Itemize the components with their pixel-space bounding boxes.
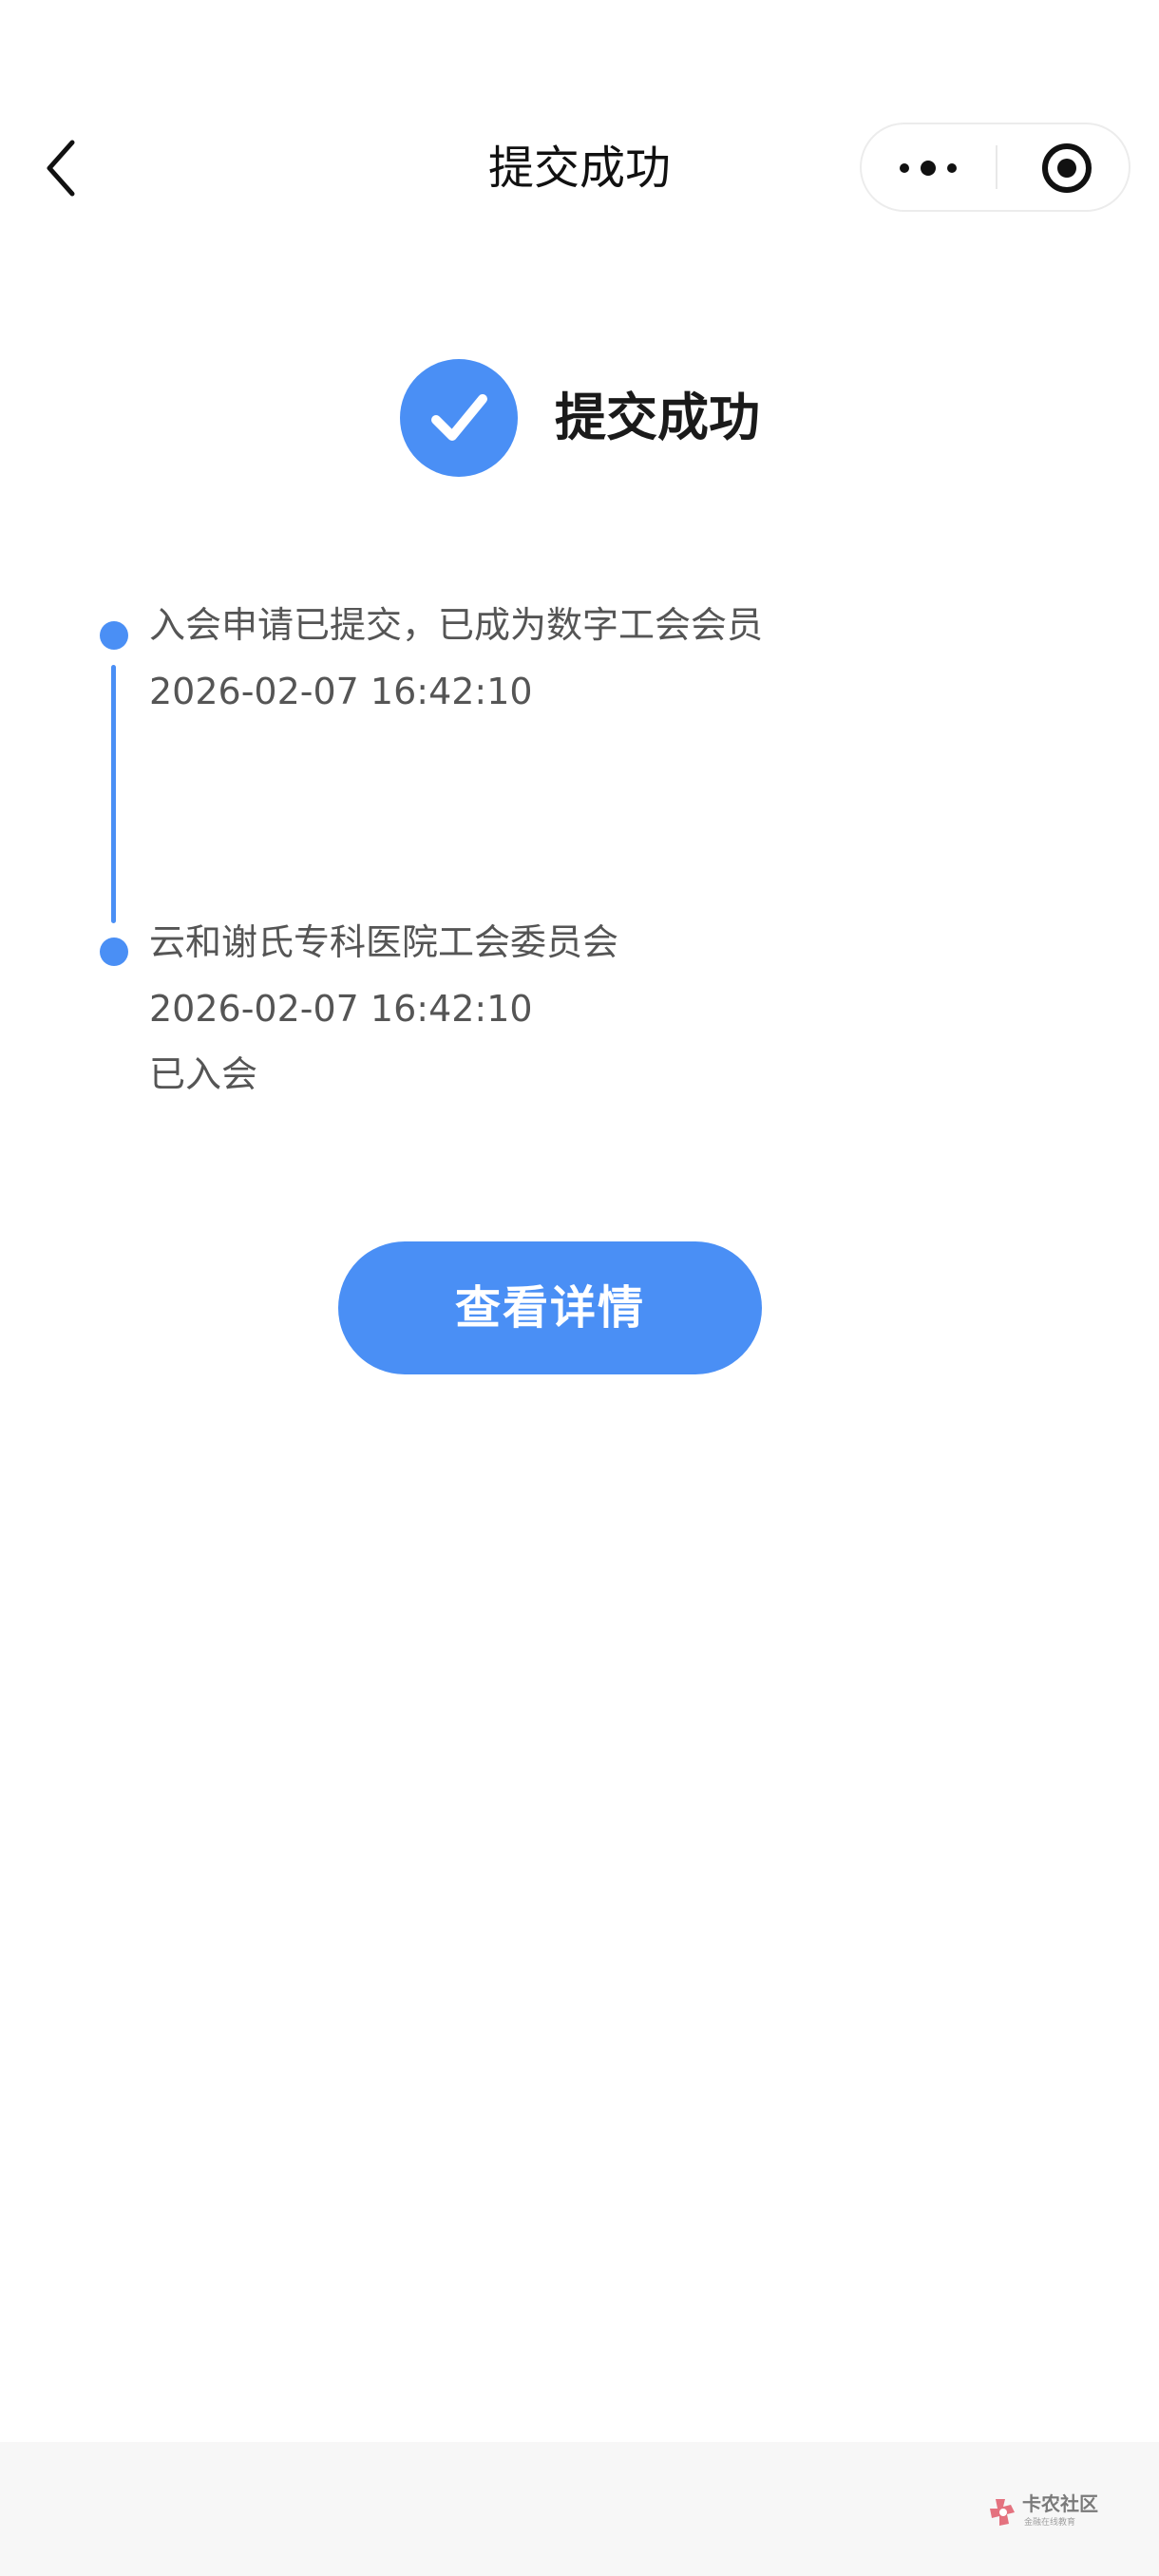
check-circle-icon: [400, 359, 518, 477]
watermark: 卡农社区 金融在线教育: [986, 2491, 1119, 2533]
timeline-dot: [100, 938, 128, 966]
mini-program-capsule: [860, 123, 1130, 212]
timeline-item-text: 入会申请已提交，已成为数字工会会员: [149, 604, 764, 646]
navigation-bar: 提交成功: [0, 0, 1159, 228]
target-circle-icon: [1042, 143, 1092, 193]
footer-bar: [0, 2442, 1159, 2576]
timeline-item-text: 云和谢氏专科医院工会委员会: [149, 921, 619, 963]
more-dots-icon: [900, 161, 957, 176]
watermark-logo: [990, 2499, 1015, 2526]
view-details-button[interactable]: 查看详情: [338, 1241, 762, 1374]
watermark-title: 卡农社区: [1022, 2492, 1098, 2515]
timeline-item-time: 2026-02-07 16:42:10: [149, 671, 533, 712]
watermark-subtitle: 金融在线教育: [1024, 2518, 1076, 2528]
close-mini-program-button[interactable]: [998, 124, 1130, 210]
timeline-item-time: 2026-02-07 16:42:10: [149, 988, 533, 1030]
success-title: 提交成功: [555, 388, 760, 447]
timeline-item-status: 已入会: [149, 1053, 258, 1095]
timeline-connector: [111, 665, 116, 923]
more-button[interactable]: [862, 124, 996, 210]
timeline-dot: [100, 621, 128, 650]
